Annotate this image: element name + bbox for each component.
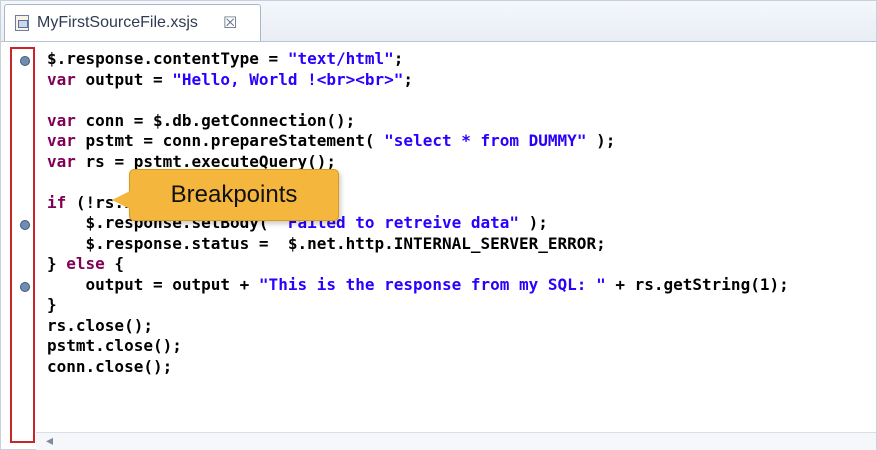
horizontal-scrollbar[interactable]: ◂ [36, 432, 876, 450]
code-token: $.response.status = $.net.http.INTERNAL_… [47, 233, 606, 253]
editor-tab-bar: MyFirstSourceFile.xsjs ☒ [1, 1, 876, 42]
code-token: ; [403, 69, 414, 89]
code-line[interactable]: rs.close(); [47, 316, 867, 337]
keyword-token: var [47, 69, 76, 89]
code-line[interactable] [47, 90, 867, 111]
breakpoint-gutter[interactable] [10, 47, 35, 443]
code-line[interactable]: $.response.status = $.net.http.INTERNAL_… [47, 234, 867, 255]
code-token: ); [519, 213, 548, 232]
code-token: pstmt.close(); [47, 336, 182, 355]
scroll-left-icon[interactable]: ◂ [46, 433, 53, 449]
code-token: ; [393, 49, 404, 68]
string-token: "Hello, World !<br><br>" [172, 69, 404, 89]
code-line[interactable]: output = output + "This is the response … [47, 275, 867, 296]
code-token: + rs.getString(1); [605, 274, 789, 294]
string-token: "select * from DUMMY" [384, 131, 587, 150]
code-token: conn = $.db.getConnection(); [75, 110, 356, 130]
tab-label: MyFirstSourceFile.xsjs [37, 14, 198, 31]
code-token: pstmt = conn.prepareStatement( [75, 131, 385, 150]
keyword-token: var [47, 151, 76, 171]
callout-label: Breakpoints [170, 181, 298, 208]
code-token: rs = pstmt.executeQuery(); [75, 151, 336, 171]
code-line[interactable]: var pstmt = conn.prepareStatement( "sele… [47, 131, 867, 152]
code-token: conn.close(); [47, 356, 173, 376]
code-line[interactable]: $.response.contentType = "text/html"; [47, 49, 867, 70]
code-line[interactable]: pstmt.close(); [47, 336, 867, 357]
breakpoints-callout: Breakpoints [112, 169, 339, 221]
code-line[interactable]: } [47, 295, 867, 316]
code-token: { [104, 254, 125, 273]
code-token: $.response.contentType = [47, 49, 288, 68]
breakpoint-marker[interactable] [20, 220, 30, 230]
code-token: output = output + [47, 274, 259, 294]
code-token: } [47, 295, 57, 314]
string-token: "This is the response from my SQL: " [258, 274, 606, 294]
keyword-token: var [47, 131, 76, 150]
keyword-token: var [47, 110, 76, 130]
tab-myfirstsourcefile[interactable]: MyFirstSourceFile.xsjs ☒ [4, 4, 261, 41]
code-token: ); [586, 131, 616, 150]
code-line[interactable]: var output = "Hello, World !<br><br>"; [47, 70, 867, 91]
code-token: output = [75, 69, 173, 89]
code-line[interactable]: conn.close(); [47, 357, 867, 378]
close-icon[interactable]: ☒ [223, 13, 237, 32]
keyword-token: else [66, 254, 105, 273]
keyword-token: if [47, 192, 67, 212]
breakpoint-marker[interactable] [20, 281, 30, 292]
code-token: rs.close(); [47, 315, 153, 335]
code-line[interactable]: } else { [47, 254, 867, 275]
xsjs-file-icon [15, 15, 29, 31]
code-token: } [47, 254, 67, 273]
code-line[interactable]: var conn = $.db.getConnection(); [47, 111, 867, 132]
editor-window: MyFirstSourceFile.xsjs ☒ $.response.cont… [0, 0, 877, 450]
breakpoint-marker[interactable] [20, 56, 30, 66]
string-token: "text/html" [287, 49, 394, 68]
